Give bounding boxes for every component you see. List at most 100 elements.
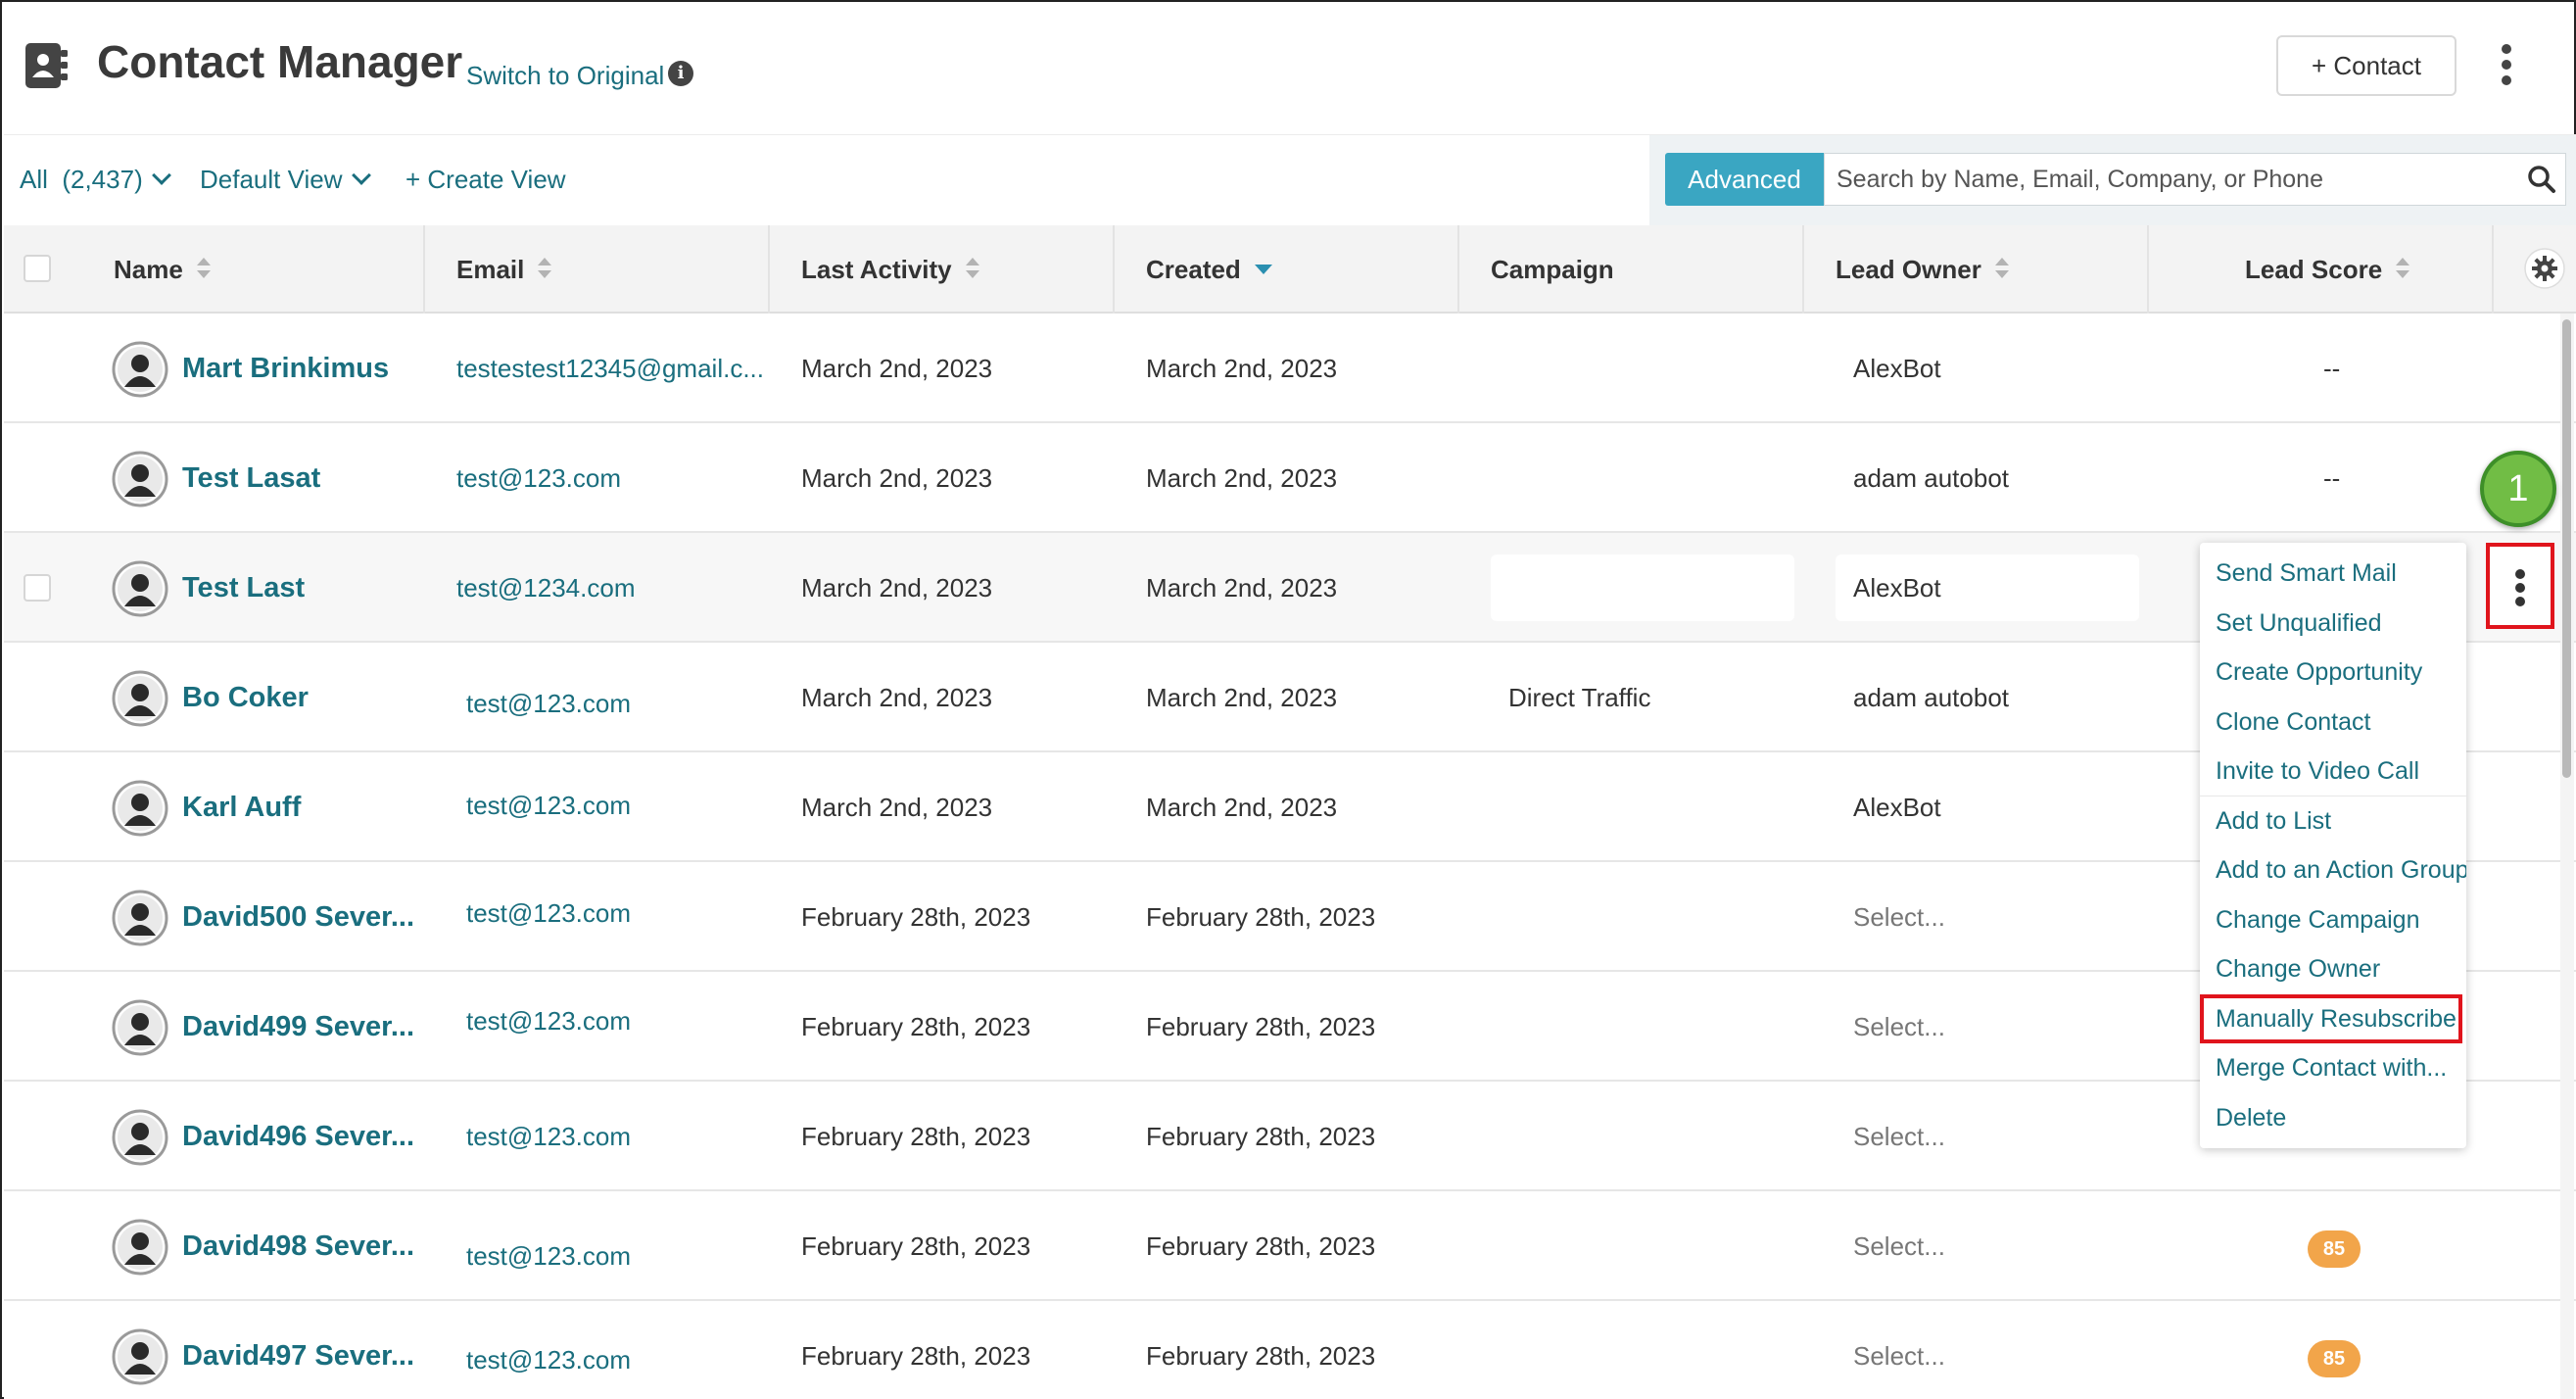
menu-item-change-campaign[interactable]: Change Campaign: [2200, 895, 2466, 945]
lead-owner-value[interactable]: AlexBot: [1853, 533, 1941, 643]
lead-owner-select[interactable]: Select...: [1853, 972, 1945, 1082]
contact-book-icon: [25, 43, 68, 88]
last-activity-value: February 28th, 2023: [801, 1231, 1031, 1261]
table-row[interactable]: Test Lasat test@123.com March 2nd, 2023 …: [4, 423, 2576, 533]
menu-item-delete[interactable]: Delete: [2200, 1093, 2466, 1143]
contact-name-link[interactable]: David499 Sever...: [182, 972, 414, 1082]
menu-item-change-owner[interactable]: Change Owner: [2200, 944, 2466, 994]
filter-all-dropdown[interactable]: All (2,437): [20, 165, 171, 195]
column-header-lead-score[interactable]: Lead Score: [2149, 225, 2494, 314]
sort-icon: [538, 258, 552, 279]
contact-name-link[interactable]: Mart Brinkimus: [182, 314, 389, 423]
contact-email-link[interactable]: test@123.com: [466, 1305, 631, 1399]
contact-email-link[interactable]: test@123.com: [466, 649, 631, 758]
table-row[interactable]: David497 Sever... test@123.com February …: [4, 1301, 2576, 1399]
menu-item-manually-resubscribe[interactable]: Manually Resubscribe: [2200, 993, 2462, 1043]
lead-owner-select[interactable]: Select...: [1853, 1082, 1945, 1191]
contact-name-link[interactable]: Test Last: [182, 533, 305, 643]
lead-owner-value[interactable]: adam autobot: [1853, 423, 2009, 533]
gear-icon[interactable]: [2523, 247, 2566, 290]
created-value: March 2nd, 2023: [1146, 793, 1338, 822]
scrollbar-thumb[interactable]: [2562, 319, 2571, 778]
sort-descending-icon: [1254, 265, 1272, 275]
contact-name-link[interactable]: David500 Sever...: [182, 862, 414, 972]
lead-owner-select[interactable]: Select...: [1853, 1301, 1945, 1399]
table-row[interactable]: David499 Sever... test@123.com February …: [4, 972, 2576, 1082]
avatar-icon: [112, 1219, 168, 1276]
lead-owner-select[interactable]: Select...: [1853, 862, 1945, 972]
contact-email-link[interactable]: test@123.com: [466, 858, 631, 968]
column-header-created[interactable]: Created: [1115, 225, 1459, 314]
lead-owner-select[interactable]: Select...: [1853, 1191, 1945, 1301]
menu-item-create-opportunity[interactable]: Create Opportunity: [2200, 648, 2466, 698]
view-dropdown[interactable]: Default View: [200, 165, 371, 195]
menu-item-add-to-list[interactable]: Add to List: [2200, 796, 2466, 846]
search-icon[interactable]: [2527, 165, 2556, 194]
lead-owner-value[interactable]: AlexBot: [1853, 314, 1941, 423]
menu-item-add-to-action-group[interactable]: Add to an Action Group: [2200, 845, 2466, 895]
menu-item-set-unqualified[interactable]: Set Unqualified: [2200, 599, 2466, 649]
lead-owner-value[interactable]: AlexBot: [1853, 752, 1941, 862]
column-header-last-activity[interactable]: Last Activity: [770, 225, 1115, 314]
last-activity-value: March 2nd, 2023: [801, 793, 993, 822]
more-vertical-icon[interactable]: [2492, 41, 2521, 90]
contact-email-link[interactable]: test@123.com: [466, 1201, 631, 1311]
menu-item-clone-contact[interactable]: Clone Contact: [2200, 698, 2466, 748]
contact-name-link[interactable]: Bo Coker: [182, 643, 309, 752]
avatar-icon: [112, 670, 168, 727]
lead-owner-value[interactable]: adam autobot: [1853, 643, 2009, 752]
lead-score-badge: 85: [2308, 1340, 2361, 1377]
menu-item-send-smart-mail[interactable]: Send Smart Mail: [2200, 549, 2466, 599]
sort-icon: [965, 258, 979, 279]
step-marker: 1: [2480, 451, 2556, 527]
advanced-search-button[interactable]: Advanced: [1665, 153, 1824, 206]
view-label: Default View: [200, 165, 343, 194]
list-toolbar: All (2,437) Default View + Create View A…: [4, 135, 2576, 225]
contact-email-link[interactable]: test@123.com: [466, 1082, 631, 1191]
column-header-lead-owner[interactable]: Lead Owner: [1804, 225, 2149, 314]
switch-to-original-link[interactable]: Switch to Original: [466, 61, 664, 91]
created-value: March 2nd, 2023: [1146, 573, 1338, 603]
contact-manager-window: Contact Manager Switch to Original i + C…: [0, 0, 2576, 1399]
add-contact-button[interactable]: + Contact: [2276, 35, 2457, 96]
menu-item-invite-to-video-call[interactable]: Invite to Video Call: [2200, 747, 2466, 796]
sort-icon: [196, 258, 211, 279]
contact-email-link[interactable]: test@1234.com: [456, 533, 635, 643]
last-activity-value: March 2nd, 2023: [801, 354, 993, 383]
avatar-icon: [112, 780, 168, 837]
table-row[interactable]: Mart Brinkimus testestest12345@gmail.c..…: [4, 314, 2576, 423]
contact-name-link[interactable]: David498 Sever...: [182, 1191, 414, 1301]
contact-name-link[interactable]: Karl Auff: [182, 752, 301, 862]
contact-email-link[interactable]: test@123.com: [466, 966, 631, 1076]
contact-name-link[interactable]: David496 Sever...: [182, 1082, 414, 1191]
column-header-email[interactable]: Email: [425, 225, 770, 314]
contact-email-link[interactable]: testestest12345@gmail.c...: [456, 314, 764, 423]
table-row[interactable]: David496 Sever... test@123.com February …: [4, 1082, 2576, 1191]
table-row[interactable]: Test Last test@1234.com March 2nd, 2023 …: [4, 533, 2576, 643]
info-icon[interactable]: i: [668, 61, 693, 86]
lead-score-value: --: [2323, 354, 2341, 383]
table-row[interactable]: David500 Sever... test@123.com February …: [4, 862, 2576, 972]
row-actions-button[interactable]: [2486, 543, 2554, 629]
created-value: February 28th, 2023: [1146, 1231, 1376, 1261]
select-all-checkbox[interactable]: [24, 255, 51, 282]
menu-item-merge-contact[interactable]: Merge Contact with...: [2200, 1043, 2466, 1093]
created-value: March 2nd, 2023: [1146, 463, 1338, 493]
campaign-value[interactable]: Direct Traffic: [1508, 643, 1650, 752]
contact-name-link[interactable]: David497 Sever...: [182, 1301, 414, 1399]
contact-email-link[interactable]: test@123.com: [466, 750, 631, 860]
table-row[interactable]: Karl Auff test@123.com March 2nd, 2023 M…: [4, 752, 2576, 862]
column-header-campaign[interactable]: Campaign: [1459, 225, 1804, 314]
column-header-name[interactable]: Name: [82, 225, 425, 314]
chevron-down-icon: [351, 166, 371, 185]
table-header: Name Email Last Activity Created Campaig…: [4, 225, 2576, 314]
campaign-select[interactable]: [1491, 555, 1794, 621]
create-view-link[interactable]: + Create View: [405, 165, 566, 195]
contact-email-link[interactable]: test@123.com: [456, 423, 621, 533]
contact-name-link[interactable]: Test Lasat: [182, 423, 320, 533]
row-checkbox[interactable]: [24, 574, 51, 602]
table-row[interactable]: David498 Sever... test@123.com February …: [4, 1191, 2576, 1301]
table-row[interactable]: Bo Coker test@123.com March 2nd, 2023 Ma…: [4, 643, 2576, 752]
chevron-down-icon: [151, 166, 171, 185]
search-input[interactable]: [1824, 153, 2566, 206]
